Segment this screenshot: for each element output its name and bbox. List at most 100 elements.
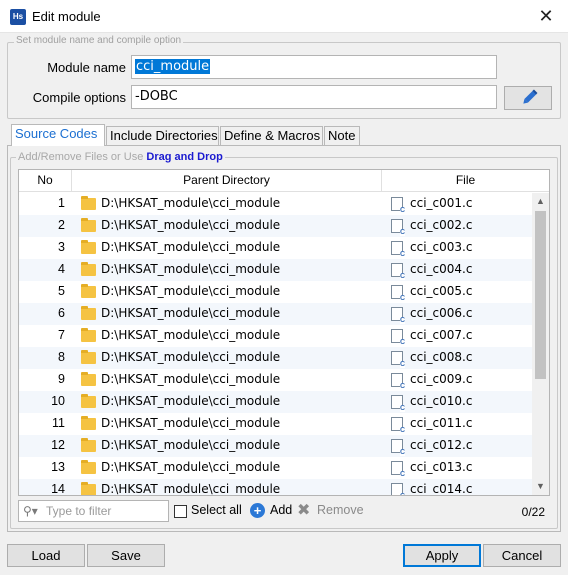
folder-icon bbox=[81, 262, 96, 276]
c-file-icon bbox=[391, 219, 405, 236]
table-row[interactable]: 12 D:\HKSAT_module\cci_module cci_c012.c bbox=[19, 435, 532, 457]
row-file: cci_c001.c bbox=[410, 196, 473, 210]
row-parent-directory: D:\HKSAT_module\cci_module bbox=[101, 438, 281, 452]
table-body: 1 D:\HKSAT_module\cci_module cci_c001.c 2 D:… bbox=[19, 193, 532, 496]
pencil-icon bbox=[523, 89, 538, 104]
row-parent-directory: D:\HKSAT_module\cci_module bbox=[101, 240, 281, 254]
row-file: cci_c012.c bbox=[410, 438, 473, 452]
add-button[interactable]: Add bbox=[270, 503, 292, 517]
load-button[interactable]: Load bbox=[7, 544, 85, 567]
hint-prefix: Add/Remove Files or Use bbox=[18, 151, 147, 163]
row-number: 1 bbox=[58, 196, 65, 210]
remove-button[interactable]: Remove bbox=[317, 503, 364, 517]
scroll-down-icon[interactable]: ▼ bbox=[532, 478, 549, 495]
folder-icon bbox=[81, 328, 96, 342]
folder-icon bbox=[81, 372, 96, 386]
folder-icon bbox=[81, 284, 96, 298]
row-file: cci_c014.c bbox=[410, 482, 473, 496]
c-file-icon bbox=[391, 373, 405, 390]
c-file-icon bbox=[391, 241, 405, 258]
compile-options-value: -DOBC bbox=[135, 89, 178, 104]
files-hint: Add/Remove Files or Use Drag and Drop bbox=[16, 151, 225, 163]
row-number: 9 bbox=[58, 372, 65, 386]
row-number: 11 bbox=[52, 416, 65, 430]
c-file-icon bbox=[391, 483, 405, 495]
search-icon: ⚲▾ bbox=[23, 504, 38, 518]
row-parent-directory: D:\HKSAT_module\cci_module bbox=[101, 372, 281, 386]
apply-button[interactable]: Apply bbox=[403, 544, 481, 567]
folder-icon bbox=[81, 306, 96, 320]
row-parent-directory: D:\HKSAT_module\cci_module bbox=[101, 196, 281, 210]
row-number: 7 bbox=[58, 328, 65, 342]
cancel-button[interactable]: Cancel bbox=[483, 544, 561, 567]
close-icon[interactable]: ✕ bbox=[536, 6, 556, 26]
edit-options-button[interactable] bbox=[504, 86, 552, 110]
table-row[interactable]: 11 D:\HKSAT_module\cci_module cci_c011.c bbox=[19, 413, 532, 435]
row-file: cci_c004.c bbox=[410, 262, 473, 276]
module-name-label: Module name bbox=[47, 60, 126, 75]
row-number: 12 bbox=[51, 438, 65, 452]
table-row[interactable]: 6 D:\HKSAT_module\cci_module cci_c006.c bbox=[19, 303, 532, 325]
select-all-checkbox[interactable] bbox=[174, 505, 187, 518]
module-name-field[interactable]: cci_module bbox=[131, 55, 497, 79]
selection-count: 0/22 bbox=[521, 505, 545, 519]
folder-icon bbox=[81, 460, 96, 474]
compile-options-label: Compile options bbox=[32, 90, 126, 105]
row-file: cci_c003.c bbox=[410, 240, 473, 254]
plus-circle-icon[interactable]: + bbox=[250, 503, 265, 518]
save-button[interactable]: Save bbox=[87, 544, 165, 567]
tab-define-macros[interactable]: Define & Macros bbox=[220, 126, 323, 145]
filter-input[interactable]: ⚲▾ Type to filter bbox=[18, 500, 169, 522]
hint-emphasis: Drag and Drop bbox=[146, 151, 223, 163]
tab-note[interactable]: Note bbox=[324, 126, 360, 145]
c-file-icon bbox=[391, 417, 405, 434]
remove-x-icon[interactable]: ✖ bbox=[297, 500, 310, 520]
row-file: cci_c009.c bbox=[410, 372, 473, 386]
c-file-icon bbox=[391, 439, 405, 456]
c-file-icon bbox=[391, 197, 405, 214]
tab-include-directories[interactable]: Include Directories bbox=[106, 126, 219, 145]
c-file-icon bbox=[391, 351, 405, 368]
table-row[interactable]: 1 D:\HKSAT_module\cci_module cci_c001.c bbox=[19, 193, 532, 215]
row-number: 5 bbox=[58, 284, 65, 298]
folder-icon bbox=[81, 350, 96, 364]
compile-options-field[interactable]: -DOBC bbox=[131, 85, 497, 109]
c-file-icon bbox=[391, 395, 405, 412]
row-file: cci_c011.c bbox=[410, 416, 473, 430]
table-row[interactable]: 8 D:\HKSAT_module\cci_module cci_c008.c bbox=[19, 347, 532, 369]
table-row[interactable]: 3 D:\HKSAT_module\cci_module cci_c003.c bbox=[19, 237, 532, 259]
table-row[interactable]: 10 D:\HKSAT_module\cci_module cci_c010.c bbox=[19, 391, 532, 413]
table-row[interactable]: 13 D:\HKSAT_module\cci_module cci_c013.c bbox=[19, 457, 532, 479]
column-header-parent-directory[interactable]: Parent Directory bbox=[72, 170, 382, 192]
row-parent-directory: D:\HKSAT_module\cci_module bbox=[101, 262, 281, 276]
row-number: 6 bbox=[58, 306, 65, 320]
table-row[interactable]: 2 D:\HKSAT_module\cci_module cci_c002.c bbox=[19, 215, 532, 237]
table-row[interactable]: 7 D:\HKSAT_module\cci_module cci_c007.c bbox=[19, 325, 532, 347]
table-row[interactable]: 9 D:\HKSAT_module\cci_module cci_c009.c bbox=[19, 369, 532, 391]
files-table: No Parent Directory File 1 D:\HKSAT_modul… bbox=[18, 169, 550, 496]
scroll-up-icon[interactable]: ▲ bbox=[532, 193, 549, 210]
table-header: No Parent Directory File bbox=[19, 170, 549, 192]
window-title: Edit module bbox=[32, 9, 101, 24]
row-number: 2 bbox=[58, 218, 65, 232]
scroll-thumb[interactable] bbox=[535, 211, 546, 379]
row-parent-directory: D:\HKSAT_module\cci_module bbox=[101, 284, 281, 298]
table-row[interactable]: 4 D:\HKSAT_module\cci_module cci_c004.c bbox=[19, 259, 532, 281]
tab-source-codes[interactable]: Source Codes bbox=[11, 124, 105, 146]
filter-placeholder: Type to filter bbox=[46, 504, 112, 518]
select-all-label[interactable]: Select all bbox=[191, 503, 242, 517]
folder-icon bbox=[81, 218, 96, 232]
table-row[interactable]: 5 D:\HKSAT_module\cci_module cci_c005.c bbox=[19, 281, 532, 303]
vertical-scrollbar[interactable]: ▲ ▼ bbox=[532, 193, 549, 495]
row-number: 4 bbox=[58, 262, 65, 276]
column-header-file[interactable]: File bbox=[382, 170, 549, 192]
row-file: cci_c013.c bbox=[410, 460, 473, 474]
row-file: cci_c008.c bbox=[410, 350, 473, 364]
table-row[interactable]: 14 D:\HKSAT_module\cci_module cci_c014.c bbox=[19, 479, 532, 496]
row-file: cci_c005.c bbox=[410, 284, 473, 298]
row-file: cci_c002.c bbox=[410, 218, 473, 232]
column-header-no[interactable]: No bbox=[19, 170, 72, 192]
folder-icon bbox=[81, 438, 96, 452]
c-file-icon bbox=[391, 285, 405, 302]
row-parent-directory: D:\HKSAT_module\cci_module bbox=[101, 416, 281, 430]
